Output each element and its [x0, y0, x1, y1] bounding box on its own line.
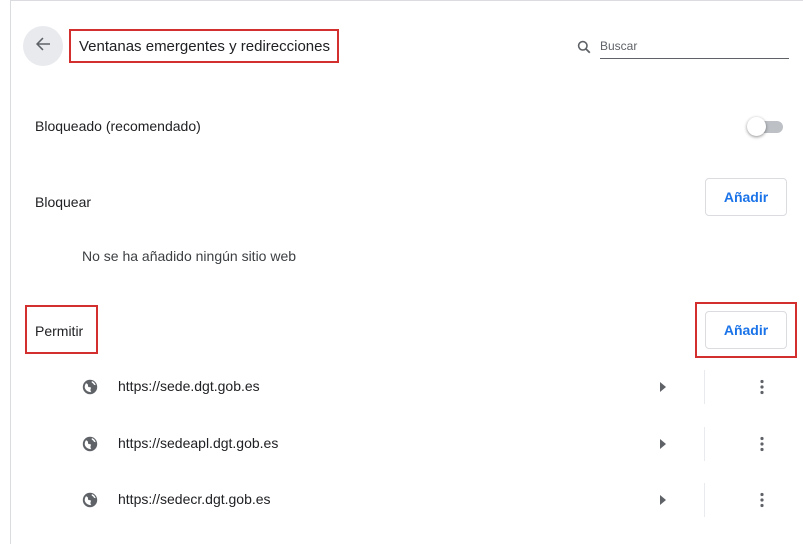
- search-box[interactable]: [575, 33, 789, 60]
- page-title: Ventanas emergentes y redirecciones: [69, 29, 339, 63]
- search-icon: [575, 38, 593, 56]
- more-options-icon[interactable]: [750, 488, 774, 512]
- allow-add-button[interactable]: Añadir: [705, 311, 787, 349]
- row-separator: [704, 370, 705, 404]
- more-options-icon[interactable]: [750, 375, 774, 399]
- left-divider: [10, 0, 11, 544]
- globe-icon: [82, 436, 98, 452]
- row-separator: [704, 427, 705, 461]
- row-separator: [704, 483, 705, 517]
- back-button[interactable]: [23, 26, 63, 66]
- search-input[interactable]: [600, 33, 789, 59]
- site-url: https://sedeapl.dgt.gob.es: [118, 435, 279, 451]
- site-row: https://sedecr.dgt.gob.es: [70, 475, 790, 527]
- more-options-icon[interactable]: [750, 432, 774, 456]
- site-row: https://sedeapl.dgt.gob.es: [70, 419, 790, 471]
- site-row: https://sede.dgt.gob.es: [70, 362, 790, 414]
- settings-page: Ventanas emergentes y redirecciones Bloq…: [0, 0, 803, 544]
- top-divider: [10, 0, 803, 1]
- expand-arrow-icon[interactable]: [657, 493, 669, 507]
- expand-arrow-icon[interactable]: [657, 380, 669, 394]
- block-section-heading: Bloquear: [35, 194, 92, 210]
- block-empty-message: No se ha añadido ningún sitio web: [82, 248, 297, 264]
- expand-arrow-icon[interactable]: [657, 437, 669, 451]
- globe-icon: [82, 492, 98, 508]
- arrow-back-icon: [35, 36, 51, 57]
- page-title-text: Ventanas emergentes y redirecciones: [79, 37, 330, 55]
- globe-icon: [82, 379, 98, 395]
- site-url: https://sedecr.dgt.gob.es: [118, 491, 271, 507]
- blocked-recommended-label: Bloqueado (recomendado): [35, 118, 201, 134]
- site-url: https://sede.dgt.gob.es: [118, 378, 260, 394]
- allow-section-heading: Permitir: [35, 323, 84, 339]
- blocked-toggle[interactable]: [747, 117, 783, 136]
- toggle-knob: [747, 117, 766, 136]
- block-add-button[interactable]: Añadir: [705, 178, 787, 216]
